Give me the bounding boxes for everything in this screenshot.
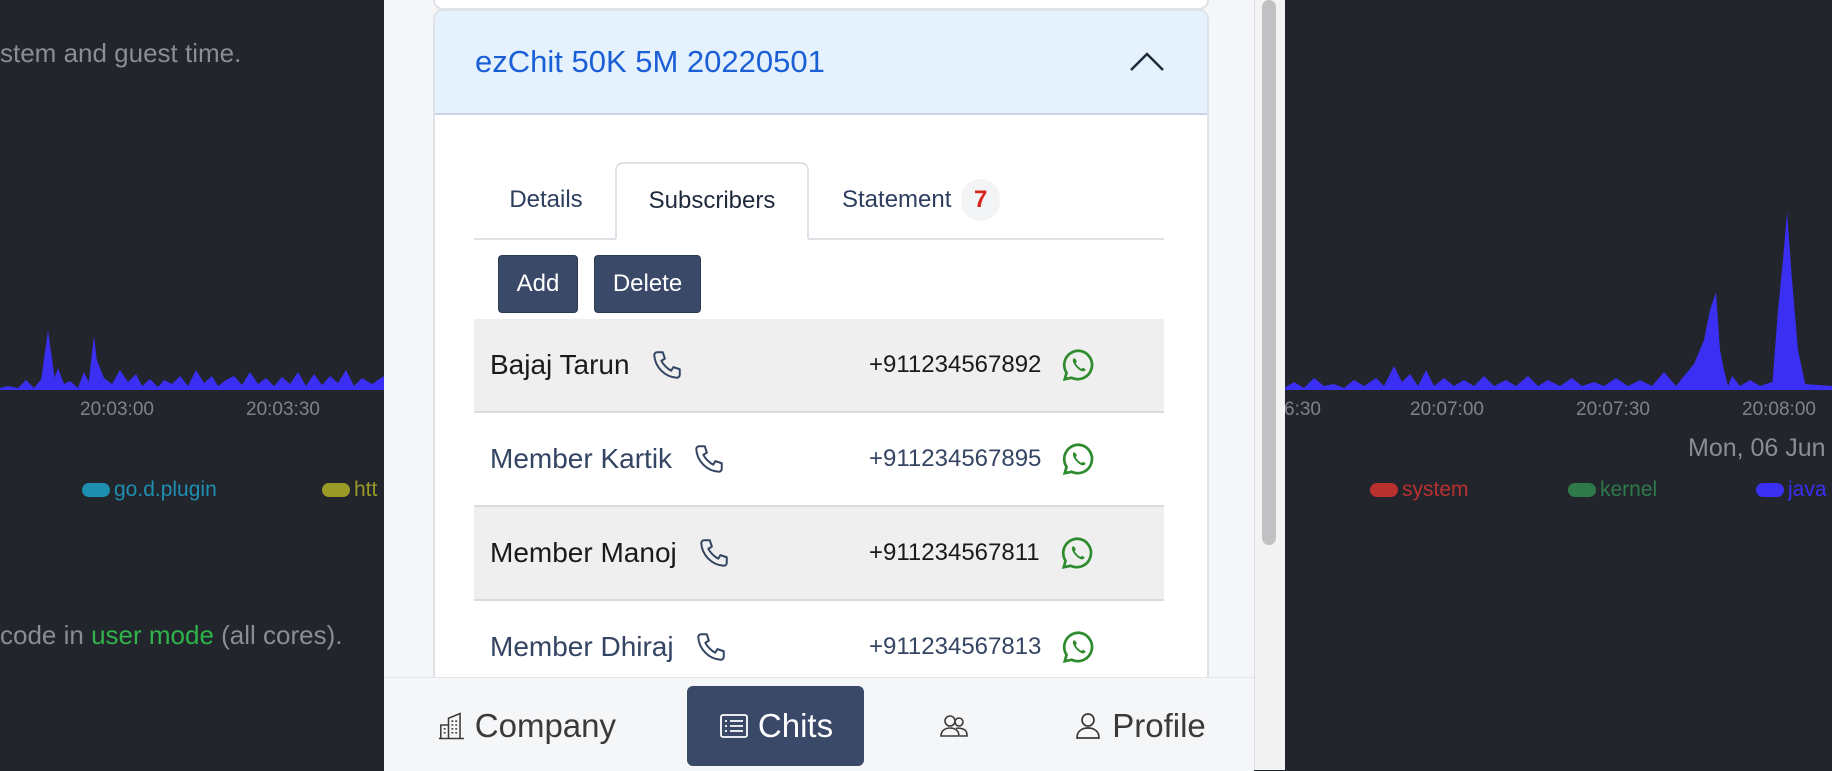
nav-label: Profile	[1112, 707, 1206, 744]
legend-item[interactable]: java	[1756, 478, 1827, 502]
x-tick: 20:03:30	[246, 399, 320, 420]
people-icon	[940, 715, 968, 737]
x-tick: 20:07:00	[1410, 399, 1484, 420]
tab-label: Statement	[842, 186, 952, 213]
subscriber-row[interactable]: Member Manoj +911234567811	[474, 507, 1164, 601]
subscriber-name: Member Kartik	[490, 443, 673, 474]
user-mode-highlight: user mode	[91, 620, 214, 650]
subscriber-row[interactable]: Bajaj Tarun +911234567892	[474, 319, 1164, 413]
subscriber-name-cell: Bajaj Tarun	[490, 319, 684, 411]
user-icon	[1076, 713, 1101, 739]
tab-subscribers[interactable]: Subscribers	[615, 162, 809, 240]
legend-swatch	[322, 483, 350, 497]
subscriber-phone: +911234567892	[869, 351, 1042, 378]
legend-label: go.d.plugin	[114, 478, 217, 501]
legend-swatch	[1568, 483, 1596, 497]
bottom-navigation: Company Chits Profile	[384, 677, 1254, 771]
nav-members[interactable]	[914, 686, 994, 766]
whatsapp-icon[interactable]	[1061, 441, 1097, 477]
chart-description: stem and guest time.	[0, 38, 242, 68]
chit-tabs: Details Subscribers Statement 7	[474, 162, 1164, 240]
desc-text: code in	[0, 620, 92, 650]
phone-icon[interactable]	[692, 442, 726, 476]
phone-icon[interactable]	[697, 536, 731, 570]
nav-label: Chits	[757, 707, 834, 744]
x-tick: 6:30	[1284, 399, 1321, 420]
chart-description: code in user mode (all cores).	[0, 620, 343, 651]
legend-label: kernel	[1600, 478, 1658, 501]
cpu-chart-left	[0, 330, 384, 390]
x-tick: 20:08:00	[1742, 399, 1816, 420]
tab-label: Subscribers	[648, 187, 776, 214]
subscriber-phone: +911234567813	[869, 633, 1042, 660]
legend-item[interactable]: kernel	[1568, 478, 1657, 502]
subscriber-name-cell: Member Manoj	[490, 507, 731, 599]
subscriber-name-cell: Member Kartik	[490, 413, 726, 505]
legend-item[interactable]: go.d.plugin	[82, 478, 217, 502]
x-tick: 20:03:00	[80, 399, 154, 420]
subscriber-phone: +911234567811	[869, 539, 1040, 566]
x-tick: 20:07:30	[1576, 399, 1650, 420]
whatsapp-icon[interactable]	[1060, 535, 1096, 571]
subscriber-phone-cell: +911234567895	[869, 413, 1097, 505]
subscriber-name: Bajaj Tarun	[490, 349, 630, 380]
building-icon	[438, 712, 464, 740]
subscriber-name: Member Dhiraj	[490, 631, 674, 662]
list-icon	[720, 714, 748, 738]
tab-statement[interactable]: Statement 7	[826, 162, 1016, 238]
subscriber-phone-cell: +911234567811	[869, 507, 1096, 599]
legend-swatch	[1370, 483, 1398, 497]
legend-swatch	[1756, 483, 1784, 497]
subscriber-row[interactable]: Member Kartik +911234567895	[474, 413, 1164, 507]
scrollbar-thumb[interactable]	[1262, 0, 1276, 545]
phone-icon[interactable]	[650, 348, 684, 382]
desc-text: (all cores).	[213, 620, 343, 650]
chevron-up-icon[interactable]	[1127, 42, 1167, 82]
legend-label: java	[1788, 478, 1827, 501]
date-label: Mon, 06 Jun	[1688, 434, 1826, 462]
nav-label: Company	[474, 707, 616, 744]
legend-item[interactable]: htt	[322, 478, 377, 502]
cpu-chart-right	[1284, 212, 1832, 390]
accordion-header[interactable]: ezChit 50K 5M 20220501	[435, 11, 1207, 115]
legend-label: htt	[354, 478, 378, 501]
whatsapp-icon[interactable]	[1061, 629, 1097, 665]
subscriber-phone: +911234567895	[869, 445, 1042, 472]
nav-profile[interactable]: Profile	[1064, 686, 1214, 766]
legend-label: system	[1402, 478, 1469, 501]
chit-title: ezChit 50K 5M 20220501	[475, 44, 825, 79]
phone-icon[interactable]	[694, 630, 728, 664]
tab-label: Details	[509, 186, 583, 213]
legend-item[interactable]: system	[1370, 478, 1469, 502]
statement-count-badge: 7	[961, 179, 1000, 221]
tab-details[interactable]: Details	[474, 162, 618, 238]
delete-button[interactable]: Delete	[594, 255, 701, 313]
subscriber-phone-cell: +911234567892	[869, 319, 1097, 411]
subscriber-name: Member Manoj	[490, 537, 677, 568]
legend-swatch	[82, 483, 110, 497]
whatsapp-icon[interactable]	[1061, 347, 1097, 383]
nav-chits[interactable]: Chits	[687, 686, 864, 766]
nav-company[interactable]: Company	[436, 686, 616, 766]
add-button[interactable]: Add	[498, 255, 578, 313]
